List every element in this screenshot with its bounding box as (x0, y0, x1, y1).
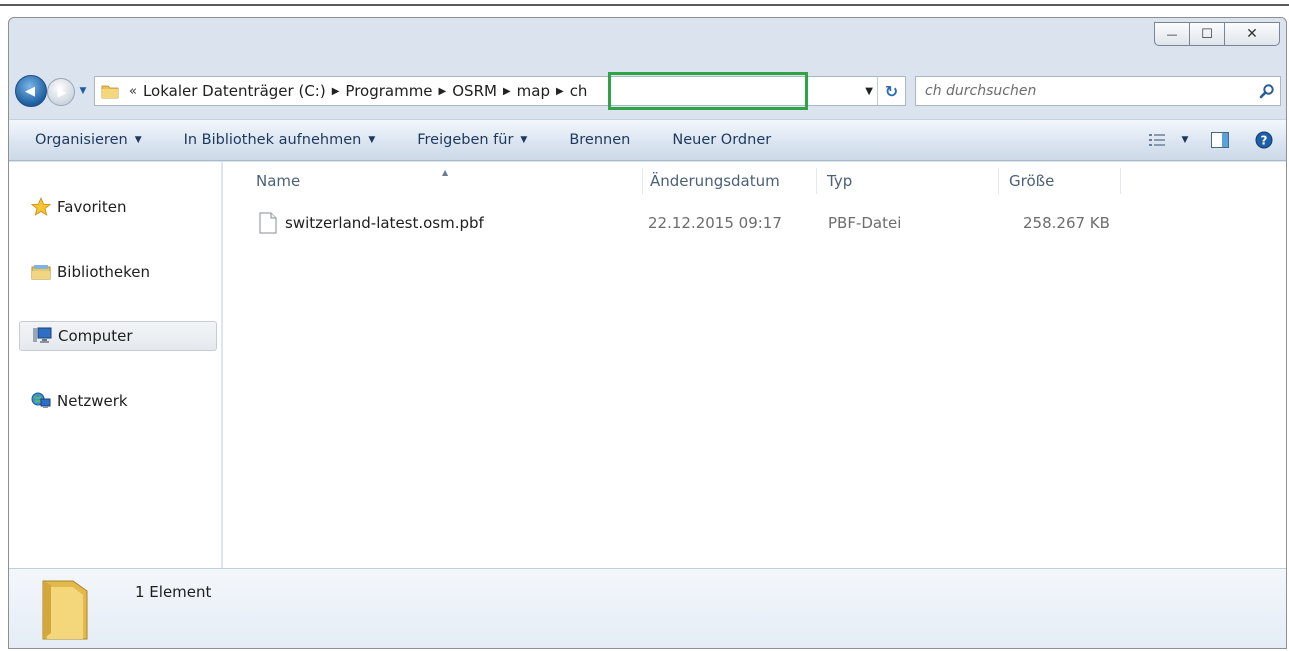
minimize-button[interactable]: — (1154, 22, 1190, 46)
sidebar-item-libraries[interactable]: Bibliotheken (19, 257, 217, 287)
details-view-icon (1149, 134, 1165, 146)
column-divider[interactable] (998, 168, 999, 194)
help-icon: ? (1255, 131, 1273, 149)
column-header-label: Größe (1009, 172, 1055, 190)
minimize-icon: — (1166, 27, 1178, 41)
include-in-library-label: In Bibliothek aufnehmen (183, 132, 362, 148)
close-button[interactable]: ✕ (1224, 22, 1280, 46)
breadcrumb-separator-icon[interactable]: ▶ (332, 86, 340, 97)
sidebar-item-network[interactable]: Netzwerk (19, 386, 217, 416)
column-header-name[interactable]: Name ▲ (247, 166, 642, 196)
breadcrumb-separator-icon[interactable]: ▶ (556, 86, 564, 97)
file-icon (259, 212, 277, 234)
column-divider[interactable] (816, 168, 817, 194)
change-view-button[interactable] (1142, 120, 1172, 160)
file-list: Name ▲ Änderungsdatum Typ Größe switzerl… (223, 162, 1286, 568)
include-in-library-menu[interactable]: In Bibliothek aufnehmen ▼ (154, 120, 388, 160)
chevron-down-icon: ▼ (520, 135, 528, 145)
organize-label: Organisieren (35, 132, 128, 148)
burn-button[interactable]: Brennen (539, 120, 642, 160)
folder-icon (42, 580, 88, 640)
refresh-icon: ↻ (884, 81, 899, 101)
column-header-label: Änderungsdatum (650, 172, 780, 190)
preview-pane-icon (1211, 132, 1229, 148)
breadcrumb-separator-icon[interactable]: ▶ (439, 86, 447, 97)
computer-icon (32, 326, 52, 346)
explorer-window: — ☐ ✕ ◀ ▶ ▼ « Lokaler Datenträger (C:) ▶… (8, 17, 1287, 649)
breadcrumb-separator-icon[interactable]: ▶ (503, 86, 511, 97)
new-folder-button[interactable]: Neuer Ordner (642, 120, 783, 160)
burn-label: Brennen (569, 132, 631, 148)
search-box (915, 76, 1281, 106)
svg-text:?: ? (1261, 134, 1268, 148)
file-size: 258.267 KB (1023, 214, 1110, 232)
preview-pane-button[interactable] (1198, 120, 1242, 160)
sidebar-item-label: Netzwerk (57, 392, 128, 410)
navigation-row: ◀ ▶ ▼ « Lokaler Datenträger (C:) ▶ Progr… (15, 72, 1281, 111)
forward-arrow-icon: ▶ (57, 85, 67, 99)
close-icon: ✕ (1246, 26, 1258, 42)
forward-button[interactable]: ▶ (47, 78, 75, 106)
sidebar-item-label: Favoriten (57, 198, 127, 216)
maximize-button[interactable]: ☐ (1189, 22, 1225, 46)
search-icon[interactable] (1254, 78, 1280, 104)
breadcrumb-item[interactable]: map (517, 82, 550, 100)
overflow-chevron-icon[interactable]: « (129, 84, 137, 99)
navigation-pane: Favoriten Bibliotheken Computer Netzwerk (9, 162, 222, 568)
view-controls: ▼ ? (1142, 120, 1286, 160)
file-name: switzerland-latest.osm.pbf (285, 214, 484, 232)
column-divider[interactable] (1120, 168, 1121, 194)
breadcrumb-item[interactable]: OSRM (452, 82, 497, 100)
column-header-label: Name (256, 172, 301, 190)
sidebar-item-computer[interactable]: Computer (19, 321, 217, 351)
file-type: PBF-Datei (828, 214, 902, 232)
address-bar[interactable]: « Lokaler Datenträger (C:) ▶ Programme ▶… (94, 72, 906, 110)
back-arrow-icon: ◀ (25, 83, 35, 99)
column-header-label: Typ (827, 172, 853, 190)
breadcrumb-item[interactable]: ch (570, 82, 588, 100)
address-dropdown-icon[interactable]: ▼ (865, 86, 873, 97)
column-header-modified[interactable]: Änderungsdatum (641, 166, 816, 196)
sidebar-item-label: Computer (58, 327, 133, 345)
file-size-cell: 258.267 KB (1023, 206, 1110, 240)
sidebar-item-favorites[interactable]: Favoriten (19, 192, 217, 222)
share-with-menu[interactable]: Freigeben für ▼ (387, 120, 539, 160)
file-modified-cell: 22.12.2015 09:17 (648, 206, 782, 240)
new-folder-label: Neuer Ordner (672, 132, 772, 148)
sort-ascending-icon: ▲ (442, 168, 449, 177)
chevron-down-icon: ▼ (368, 135, 376, 145)
library-icon (31, 262, 51, 282)
file-type-cell: PBF-Datei (828, 206, 901, 240)
file-modified: 22.12.2015 09:17 (648, 214, 782, 232)
details-pane: 1 Element (9, 568, 1286, 648)
star-icon (31, 197, 51, 217)
breadcrumb-item[interactable]: Lokaler Datenträger (C:) (143, 82, 326, 100)
recent-pages-button[interactable]: ▼ (77, 85, 89, 97)
file-name-cell: switzerland-latest.osm.pbf (259, 206, 484, 240)
caption-buttons: — ☐ ✕ (1154, 22, 1280, 46)
view-options-dropdown[interactable]: ▼ (1172, 120, 1198, 160)
back-button[interactable]: ◀ (15, 75, 47, 107)
organize-menu[interactable]: Organisieren ▼ (9, 120, 154, 160)
item-count: 1 Element (135, 583, 212, 601)
maximize-icon: ☐ (1201, 26, 1213, 42)
network-icon (31, 391, 51, 411)
top-divider (0, 4, 1289, 6)
column-header-size[interactable]: Größe (1000, 166, 1120, 196)
chevron-down-icon: ▼ (134, 135, 142, 145)
refresh-button[interactable]: ↻ (877, 77, 905, 105)
help-button[interactable]: ? (1242, 120, 1286, 160)
command-bar: Organisieren ▼ In Bibliothek aufnehmen ▼… (9, 119, 1286, 161)
table-row[interactable]: switzerland-latest.osm.pbf 22.12.2015 09… (223, 206, 1123, 240)
column-header-type[interactable]: Typ (818, 166, 998, 196)
share-with-label: Freigeben für (417, 132, 514, 148)
sidebar-item-label: Bibliotheken (57, 263, 150, 281)
chevron-down-icon: ▼ (79, 86, 87, 96)
folder-icon (101, 85, 119, 99)
breadcrumb-highlight-box (608, 72, 808, 110)
breadcrumb: Lokaler Datenträger (C:) ▶ Programme ▶ O… (143, 82, 587, 100)
breadcrumb-item[interactable]: Programme (345, 82, 432, 100)
chevron-down-icon: ▼ (1181, 135, 1189, 145)
search-input[interactable] (916, 78, 1254, 104)
